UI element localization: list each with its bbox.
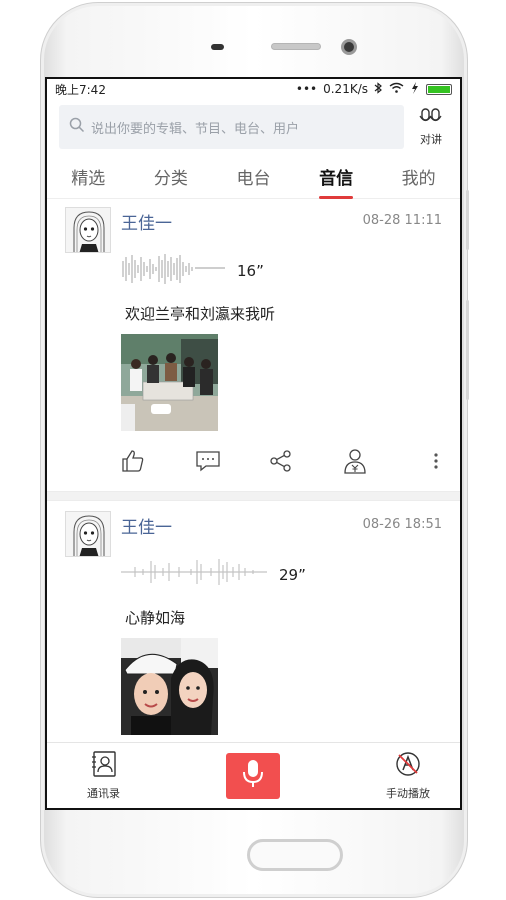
feed-post: 王佳一 08-26 18:51 29” 心静如海 xyxy=(47,501,460,735)
voice-message[interactable]: 16” xyxy=(121,253,442,289)
autoplay-label: 手动播放 xyxy=(386,787,430,800)
volume-button[interactable] xyxy=(466,190,469,250)
battery-icon xyxy=(426,83,452,95)
tab-categories[interactable]: 分类 xyxy=(154,158,188,195)
app-screen: 晚上7:42 ••• 0.21K/s 说出你要的专辑、节目、电台、用户 对讲 精… xyxy=(45,77,462,810)
contacts-icon xyxy=(90,750,118,781)
voice-duration: 29” xyxy=(279,566,306,584)
status-time: 晚上7:42 xyxy=(55,82,106,97)
contacts-label: 通讯录 xyxy=(87,787,120,800)
post-header: 王佳一 08-28 11:11 xyxy=(65,207,442,253)
earpiece-speaker xyxy=(271,43,321,50)
waveform-icon xyxy=(121,555,267,595)
post-divider xyxy=(47,491,460,501)
talk-label: 对讲 xyxy=(420,132,442,146)
tab-bar: 精选 分类 电台 音信 我的 xyxy=(47,155,460,199)
post-text: 欢迎兰亭和刘瀛来我听 xyxy=(125,305,276,323)
post-time: 08-26 18:51 xyxy=(362,517,442,532)
status-bar: 晚上7:42 ••• 0.21K/s xyxy=(47,79,460,99)
bluetooth-icon xyxy=(374,81,383,97)
avatar[interactable] xyxy=(65,207,111,253)
signal-icon xyxy=(410,81,420,97)
tab-featured[interactable]: 精选 xyxy=(71,158,105,195)
search-row: 说出你要的专辑、节目、电台、用户 对讲 xyxy=(47,99,460,155)
voice-message[interactable]: 29” xyxy=(121,557,442,593)
autoplay-toggle[interactable]: 手动播放 xyxy=(386,750,430,801)
mic-icon xyxy=(242,759,264,793)
search-input[interactable]: 说出你要的专辑、节目、电台、用户 xyxy=(59,105,404,149)
home-button[interactable] xyxy=(247,839,343,871)
share-button[interactable] xyxy=(269,449,343,477)
tab-mine[interactable]: 我的 xyxy=(402,158,436,195)
post-header: 王佳一 08-26 18:51 xyxy=(65,511,442,557)
post-photo[interactable] xyxy=(121,334,218,431)
voice-duration: 16” xyxy=(237,262,264,280)
search-placeholder: 说出你要的专辑、节目、电台、用户 xyxy=(91,121,300,137)
post-photo[interactable] xyxy=(121,638,218,735)
author-name[interactable]: 王佳一 xyxy=(121,513,172,538)
comment-button[interactable] xyxy=(195,449,269,477)
status-dots: ••• xyxy=(295,82,318,96)
power-button[interactable] xyxy=(466,300,469,400)
wifi-icon xyxy=(389,82,404,96)
talk-icon xyxy=(419,107,443,131)
more-icon[interactable] xyxy=(434,452,438,474)
avatar[interactable] xyxy=(65,511,111,557)
proximity-sensor xyxy=(211,44,224,50)
like-button[interactable] xyxy=(121,449,195,477)
waveform-icon xyxy=(121,251,225,291)
share-icon xyxy=(269,449,293,477)
talk-button[interactable]: 对讲 xyxy=(414,107,448,147)
contacts-button[interactable]: 通讯录 xyxy=(87,750,120,801)
reward-button[interactable] xyxy=(343,448,417,478)
record-voice-button[interactable] xyxy=(226,752,280,799)
comment-icon xyxy=(195,449,221,477)
post-time: 08-28 11:11 xyxy=(362,213,442,228)
author-name[interactable]: 王佳一 xyxy=(121,209,172,234)
tab-radio[interactable]: 电台 xyxy=(236,158,270,195)
network-speed: 0.21K/s xyxy=(323,82,368,96)
post-text: 心静如海 xyxy=(125,609,186,627)
reward-icon xyxy=(343,448,367,478)
autoplay-icon xyxy=(394,750,422,781)
bottom-nav: 通讯录 手动播放 xyxy=(47,742,460,808)
like-icon xyxy=(121,449,145,477)
search-icon xyxy=(69,117,85,137)
feed-post: 王佳一 08-28 11:11 16” 欢迎兰亭和刘瀛来我听 xyxy=(47,199,460,483)
post-actions xyxy=(121,443,442,483)
front-camera xyxy=(341,39,357,55)
tab-voice-messages[interactable]: 音信 xyxy=(319,158,354,199)
status-indicators: ••• 0.21K/s xyxy=(295,81,452,97)
